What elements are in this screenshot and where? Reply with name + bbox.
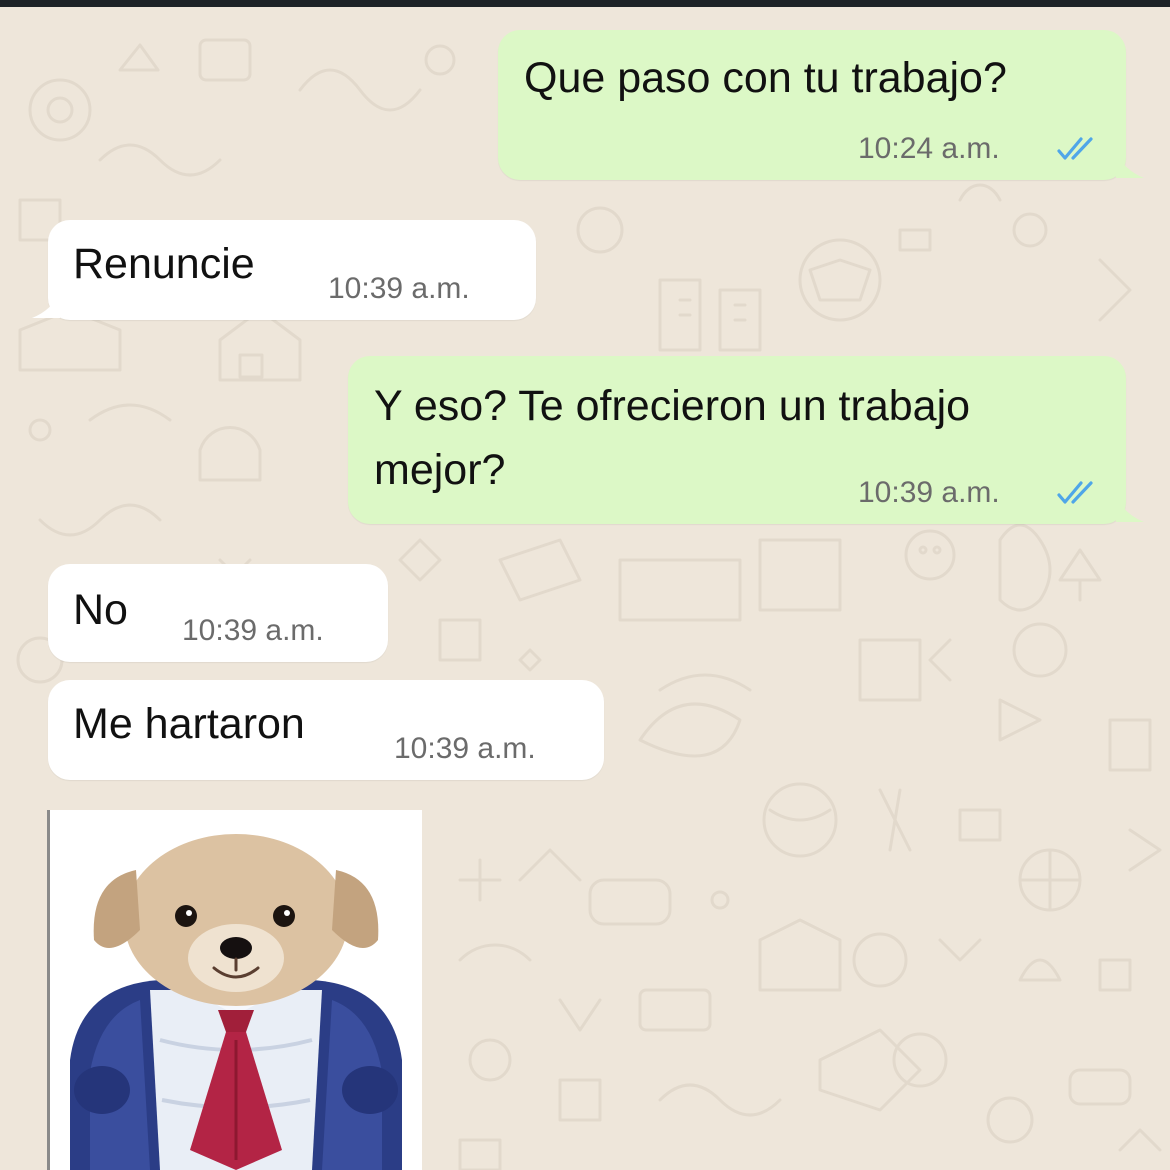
message-bubble-outgoing[interactable]: Y eso? Te ofrecieron un trabajo mejor? 1… bbox=[348, 356, 1126, 524]
message-bubble-incoming[interactable]: Renuncie 10:39 a.m. bbox=[48, 220, 536, 320]
message-text: Renuncie bbox=[73, 240, 255, 288]
message-bubble-incoming[interactable]: Me hartaron 10:39 a.m. bbox=[48, 680, 604, 780]
message-text-line-1: Y eso? Te ofrecieron un trabajo bbox=[374, 382, 971, 430]
read-receipt-icon bbox=[1057, 481, 1093, 504]
message-bubble-outgoing[interactable]: Que paso con tu trabajo? 10:24 a.m. bbox=[498, 30, 1126, 180]
message-text: Me hartaron bbox=[73, 700, 305, 748]
message-bubble-incoming[interactable]: No 10:39 a.m. bbox=[48, 564, 388, 662]
message-text: Que paso con tu trabajo? bbox=[524, 54, 1007, 102]
read-receipt-icon bbox=[1057, 137, 1093, 160]
bubble-tail bbox=[1116, 152, 1144, 178]
message-time: 10:39 a.m. bbox=[182, 614, 324, 647]
message-time: 10:39 a.m. bbox=[858, 476, 1000, 509]
message-text: No bbox=[73, 586, 128, 634]
message-time: 10:39 a.m. bbox=[328, 272, 470, 305]
bubble-tail bbox=[1116, 496, 1144, 522]
message-text-line-2: mejor? bbox=[374, 446, 506, 494]
sticker-message[interactable] bbox=[47, 810, 422, 1170]
message-time: 10:39 a.m. bbox=[394, 732, 536, 765]
bubble-tail bbox=[32, 292, 60, 318]
chat-screen: Que paso con tu trabajo? 10:24 a.m. Renu… bbox=[0, 0, 1170, 1170]
message-time: 10:24 a.m. bbox=[858, 132, 1000, 165]
puppy-in-suit-sticker bbox=[70, 834, 402, 1170]
